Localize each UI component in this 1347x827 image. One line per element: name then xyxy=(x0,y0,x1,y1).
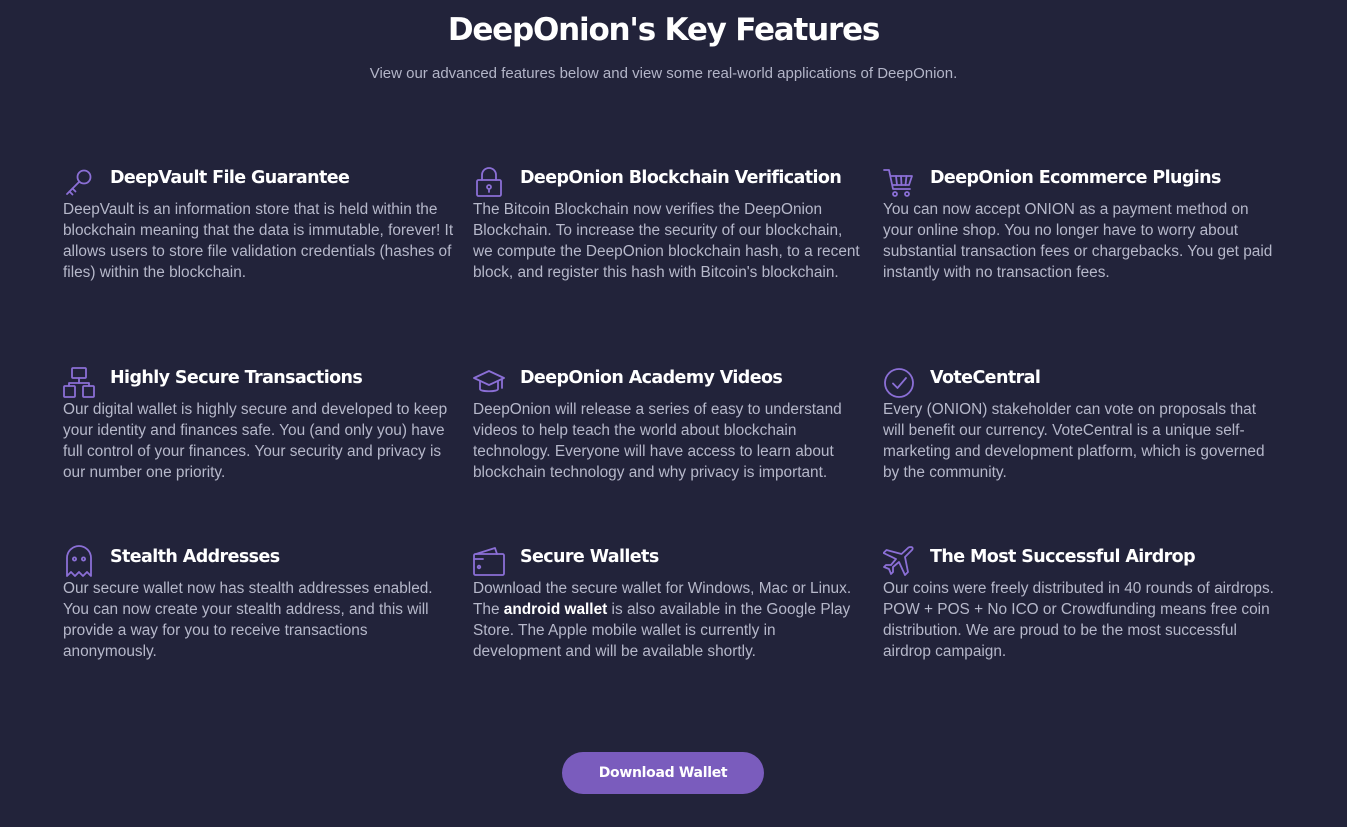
feature-description: DeepVault is an information store that i… xyxy=(63,201,454,281)
feature-title: DeepOnion Academy Videos xyxy=(520,368,783,388)
padlock-icon xyxy=(473,166,505,198)
feature-description: You can now accept ONION as a payment me… xyxy=(883,201,1273,281)
feature-description: DeepOnion will release a series of easy … xyxy=(473,401,842,481)
network-icon xyxy=(63,366,95,398)
feature-description: Download the secure wallet for Windows, … xyxy=(473,578,865,662)
key-icon xyxy=(63,166,95,198)
feature-title: The Most Successful Airdrop xyxy=(930,547,1196,567)
page-subtitle: View our advanced features below and vie… xyxy=(369,65,958,82)
feature-description: The Bitcoin Blockchain now verifies the … xyxy=(473,201,860,281)
ghost-icon xyxy=(63,545,95,577)
graduation-cap-icon xyxy=(473,366,505,398)
download-wallet-button[interactable]: Download Wallet xyxy=(562,752,764,794)
feature-title: Stealth Addresses xyxy=(110,547,280,567)
feature-title: DeepVault File Guarantee xyxy=(110,168,350,188)
feature-description: Our coins were freely distributed in 40 … xyxy=(883,580,1274,660)
feature-description: Every (ONION) stakeholder can vote on pr… xyxy=(883,401,1265,481)
airplane-icon xyxy=(883,545,915,577)
feature-description: Our digital wallet is highly secure and … xyxy=(63,401,448,481)
feature-title: Secure Wallets xyxy=(520,547,659,567)
android-wallet-highlight: android wallet xyxy=(503,601,608,618)
feature-title: VoteCentral xyxy=(930,368,1041,388)
wallet-icon xyxy=(473,545,505,577)
feature-title: DeepOnion Blockchain Verification xyxy=(520,168,842,188)
feature-description: Our secure wallet now has stealth addres… xyxy=(63,580,433,660)
shopping-cart-icon xyxy=(883,166,915,198)
page-title: DeepOnion's Key Features xyxy=(447,12,881,48)
check-circle-icon xyxy=(883,366,915,398)
feature-title: Highly Secure Transactions xyxy=(110,368,363,388)
feature-title: DeepOnion Ecommerce Plugins xyxy=(930,168,1221,188)
